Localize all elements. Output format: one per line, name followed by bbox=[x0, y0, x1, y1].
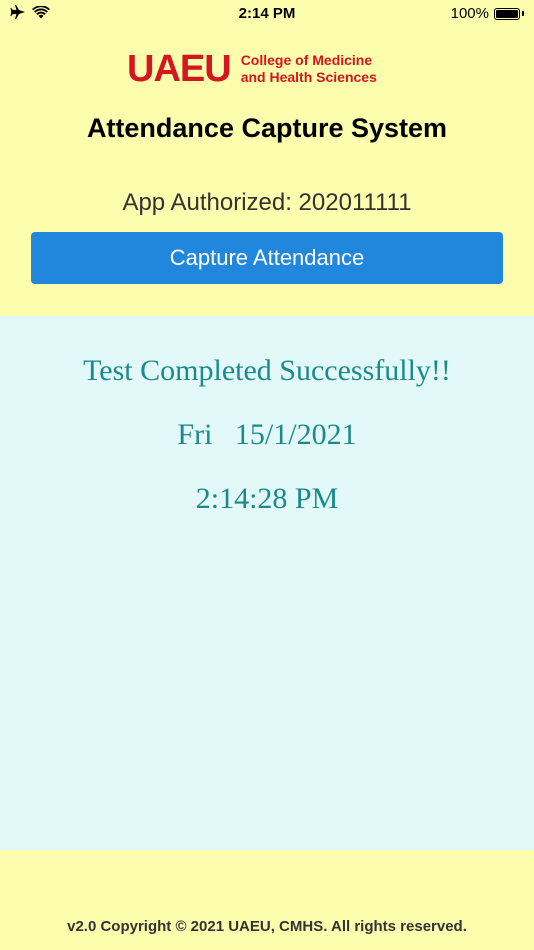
result-date: Fri 15/1/2021 bbox=[177, 418, 357, 451]
status-bar: 2:14 PM 100% bbox=[0, 0, 534, 28]
capture-attendance-button[interactable]: Capture Attendance bbox=[31, 232, 503, 284]
page-title: Attendance Capture System bbox=[86, 113, 448, 143]
logo-text: College of Medicine and Health Sciences bbox=[241, 52, 377, 86]
status-right: 100% bbox=[451, 5, 524, 22]
battery-nub bbox=[522, 11, 524, 16]
result-panel: Test Completed Successfully!! Fri 15/1/2… bbox=[0, 316, 534, 850]
uaeu-logo: UAEU College of Medicine and Health Scie… bbox=[127, 50, 377, 88]
logo-line-2: and Health Sciences bbox=[240, 69, 377, 85]
result-time: 2:14:28 PM bbox=[195, 482, 339, 515]
logo-mark: UAEU bbox=[127, 48, 232, 90]
logo-line-1: College of Medicine bbox=[240, 52, 373, 68]
result-message: Test Completed Successfully!! bbox=[83, 354, 451, 387]
battery-icon bbox=[494, 7, 520, 20]
footer-copyright: v2.0 Copyright © 2021 UAEU, CMHS. All ri… bbox=[67, 918, 467, 935]
authorized-text: App Authorized: 202011111 bbox=[122, 189, 412, 216]
battery-percent: 100% bbox=[450, 5, 489, 22]
battery-fill bbox=[496, 9, 518, 18]
